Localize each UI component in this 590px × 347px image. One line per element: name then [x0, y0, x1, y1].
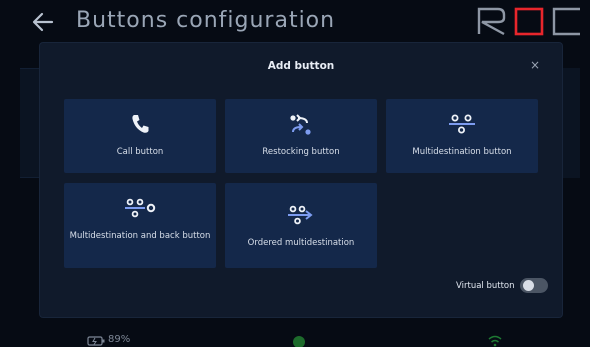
ordered-multidestination-option[interactable]: Ordered multidestination — [225, 183, 377, 268]
call-button-option[interactable]: Call button — [64, 99, 216, 173]
roc-logo — [477, 7, 580, 36]
virtual-button-label: Virtual button — [456, 281, 515, 291]
page-title: Buttons configuration — [76, 8, 336, 33]
multidestination-back-icon — [125, 198, 156, 218]
restocking-button-option[interactable]: Restocking button — [225, 99, 377, 173]
background-panel-right — [560, 68, 580, 178]
restocking-button-label: Restocking button — [262, 147, 340, 157]
virtual-button-toggle[interactable] — [520, 278, 548, 293]
call-button-label: Call button — [116, 147, 164, 157]
toggle-knob — [523, 280, 534, 291]
ordered-multidestination-icon — [288, 205, 313, 225]
multidestination-back-button-option[interactable]: Multidestination and back button — [64, 183, 216, 268]
battery-icon — [87, 336, 105, 346]
close-icon[interactable]: × — [528, 58, 542, 72]
multidestination-button-label: Multidestination button — [412, 147, 512, 157]
multidestination-icon — [449, 114, 475, 134]
phone-icon — [132, 115, 149, 133]
multidestination-back-button-label: Multidestination and back button — [69, 231, 211, 241]
back-arrow-icon[interactable] — [30, 9, 56, 35]
add-button-dialog: Add button × Call button Restocking butt… — [40, 43, 562, 317]
restocking-icon — [290, 114, 311, 135]
wifi-icon — [488, 335, 502, 347]
multidestination-button-option[interactable]: Multidestination button — [386, 99, 538, 173]
battery-level: 89% — [108, 334, 131, 345]
ordered-multidestination-label: Ordered multidestination — [247, 238, 355, 248]
connection-status-icon — [293, 336, 305, 347]
background-header: Buttons configuration — [0, 0, 590, 44]
dialog-title: Add button — [267, 60, 335, 72]
